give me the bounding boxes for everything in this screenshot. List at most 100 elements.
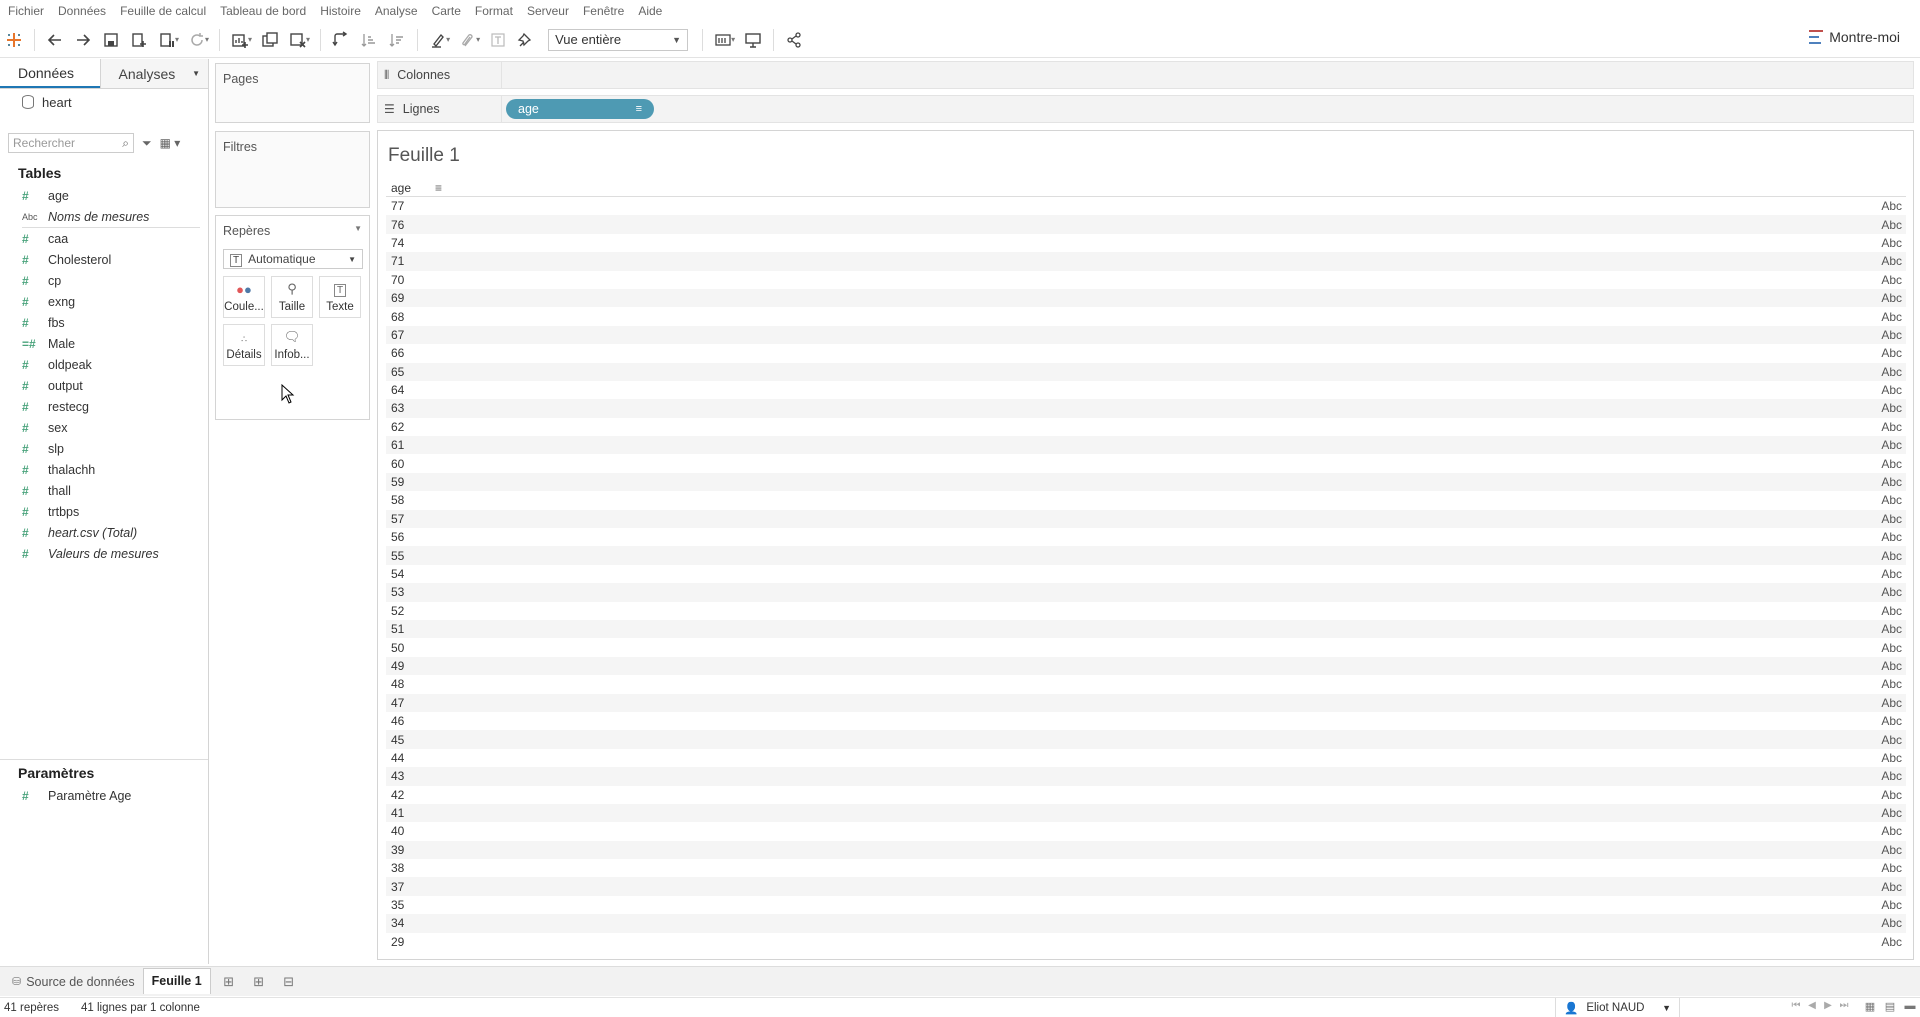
table-row[interactable]: 43 Abc [386,767,1906,786]
save-icon[interactable] [97,26,125,54]
fit-view-select[interactable]: Vue entière ▼ [548,28,689,51]
menu-item-1[interactable]: Données [58,4,106,18]
field-item[interactable]: # trtbps [0,501,208,522]
table-row[interactable]: 51 Abc [386,619,1906,639]
tab-analytics[interactable]: Analyses ▼ [99,59,208,88]
caret-down-icon[interactable]: ▾ [248,35,252,44]
last-sheet-icon[interactable]: ⏭ [1836,1000,1852,1011]
table-row[interactable]: 40 Abc [386,822,1906,840]
tab-sheet-1[interactable]: Feuille 1 [142,967,211,994]
table-row[interactable]: 65 Abc [386,362,1906,381]
parameter-item[interactable]: # Paramètre Age [0,785,208,806]
field-item[interactable]: # exng [0,291,208,312]
previous-sheet-icon[interactable]: ◀ [1804,1000,1820,1011]
table-row[interactable]: 44 Abc [386,749,1906,767]
caret-down-icon[interactable]: ▾ [306,35,310,44]
field-item[interactable]: # oldpeak [0,354,208,375]
menu-item-4[interactable]: Histoire [320,4,361,18]
duplicate-sheet-icon[interactable] [256,26,284,54]
filter-icon[interactable]: ⏷ [142,136,152,151]
first-sheet-icon[interactable]: ⏮ [1788,1000,1804,1011]
table-row[interactable]: 58 Abc [386,491,1906,509]
tooltip-button[interactable]: 🗨 Infob... [271,324,313,366]
table-row[interactable]: 70 Abc [386,271,1906,289]
text-button[interactable]: T Texte [319,276,361,318]
next-sheet-icon[interactable]: ▶ [1820,1000,1836,1011]
field-item[interactable]: # output [0,375,208,396]
detail-button[interactable]: ∴ Détails [223,324,265,366]
table-row[interactable]: 35 Abc [386,896,1906,914]
field-item[interactable]: # slp [0,438,208,459]
field-item[interactable]: # Valeurs de mesures [0,543,208,564]
menu-item-8[interactable]: Serveur [527,4,569,18]
menu-item-5[interactable]: Analyse [375,4,418,18]
table-row[interactable]: 49 Abc [386,656,1906,676]
table-row[interactable]: 47 Abc [386,693,1906,712]
table-row[interactable]: 67 Abc [386,325,1906,345]
column-header[interactable]: age ≡ [391,181,442,195]
caret-down-icon[interactable]: ▾ [731,35,735,44]
table-row[interactable]: 53 Abc [386,583,1906,602]
fix-axes-icon[interactable] [512,26,540,54]
table-row[interactable]: 29 Abc [386,933,1906,951]
redo-icon[interactable] [69,26,97,54]
rows-shelf[interactable]: ☰ Lignes age ≡ [377,95,1914,123]
menu-item-6[interactable]: Carte [432,4,461,18]
user-menu[interactable]: 👤 Eliot NAUD ▼ [1555,998,1680,1017]
field-item[interactable]: =# Male [0,333,208,354]
field-item[interactable]: # sex [0,417,208,438]
new-dashboard-icon[interactable]: ⊞ [247,972,271,992]
table-row[interactable]: 39 Abc [386,840,1906,860]
new-datasource-icon[interactable] [125,26,153,54]
table-row[interactable]: 37 Abc [386,877,1906,896]
sort-icon[interactable]: ≡ [435,181,442,195]
mark-type-select[interactable]: T Automatique ▼ [223,249,363,269]
table-row[interactable]: 50 Abc [386,638,1906,656]
table-row[interactable]: 61 Abc [386,436,1906,455]
table-row[interactable]: 71 Abc [386,252,1906,271]
sheet-title[interactable]: Feuille 1 [388,145,460,167]
table-row[interactable]: 55 Abc [386,546,1906,565]
table-row[interactable]: 60 Abc [386,454,1906,472]
table-row[interactable]: 68 Abc [386,307,1906,325]
field-item[interactable]: Abc Noms de mesures [0,206,208,227]
swap-rows-columns-icon[interactable] [327,26,355,54]
color-button[interactable]: ●● Coule... [223,276,265,318]
pages-card[interactable]: Pages [215,63,370,123]
table-row[interactable]: 64 Abc [386,381,1906,399]
field-item[interactable]: # cp [0,270,208,291]
menu-item-9[interactable]: Fenêtre [583,4,624,18]
share-icon[interactable] [780,26,808,54]
rows-drop-area[interactable]: age ≡ [502,95,1914,123]
view-options-icon[interactable]: ▦ ▾ [160,136,181,150]
table-row[interactable]: 34 Abc [386,914,1906,933]
table-row[interactable]: 54 Abc [386,565,1906,583]
caret-down-icon[interactable]: ▼ [192,69,200,78]
table-row[interactable]: 52 Abc [386,602,1906,620]
field-item[interactable]: # fbs [0,312,208,333]
table-row[interactable]: 38 Abc [386,859,1906,877]
size-button[interactable]: ⚲ Taille [271,276,313,318]
search-input[interactable]: Rechercher ⌕ [8,133,134,153]
menu-item-3[interactable]: Tableau de bord [220,4,306,18]
caret-down-icon[interactable]: ▼ [354,224,362,238]
table-row[interactable]: 62 Abc [386,418,1906,436]
field-item[interactable]: # restecg [0,396,208,417]
field-item[interactable]: # age [0,185,208,206]
caret-down-icon[interactable]: ▾ [446,35,450,44]
tab-data[interactable]: Données [0,59,100,88]
tab-datasource[interactable]: ⛁ Source de données [4,970,143,994]
field-item[interactable]: # thalachh [0,459,208,480]
filmstrip-icon[interactable]: ▤ [1880,1000,1900,1013]
table-row[interactable]: 76 Abc [386,215,1906,234]
tabs-view-icon[interactable]: ▬ [1900,1000,1920,1013]
new-worksheet-icon[interactable]: ⊞ [217,972,241,992]
table-row[interactable]: 63 Abc [386,399,1906,418]
presentation-mode-icon[interactable] [739,26,767,54]
table-row[interactable]: 45 Abc [386,730,1906,749]
field-item[interactable]: # heart.csv (Total) [0,522,208,543]
caret-down-icon[interactable]: ▾ [476,35,480,44]
field-item[interactable]: # caa [0,228,208,249]
caret-down-icon[interactable]: ▾ [205,35,209,44]
table-row[interactable]: 57 Abc [386,509,1906,529]
